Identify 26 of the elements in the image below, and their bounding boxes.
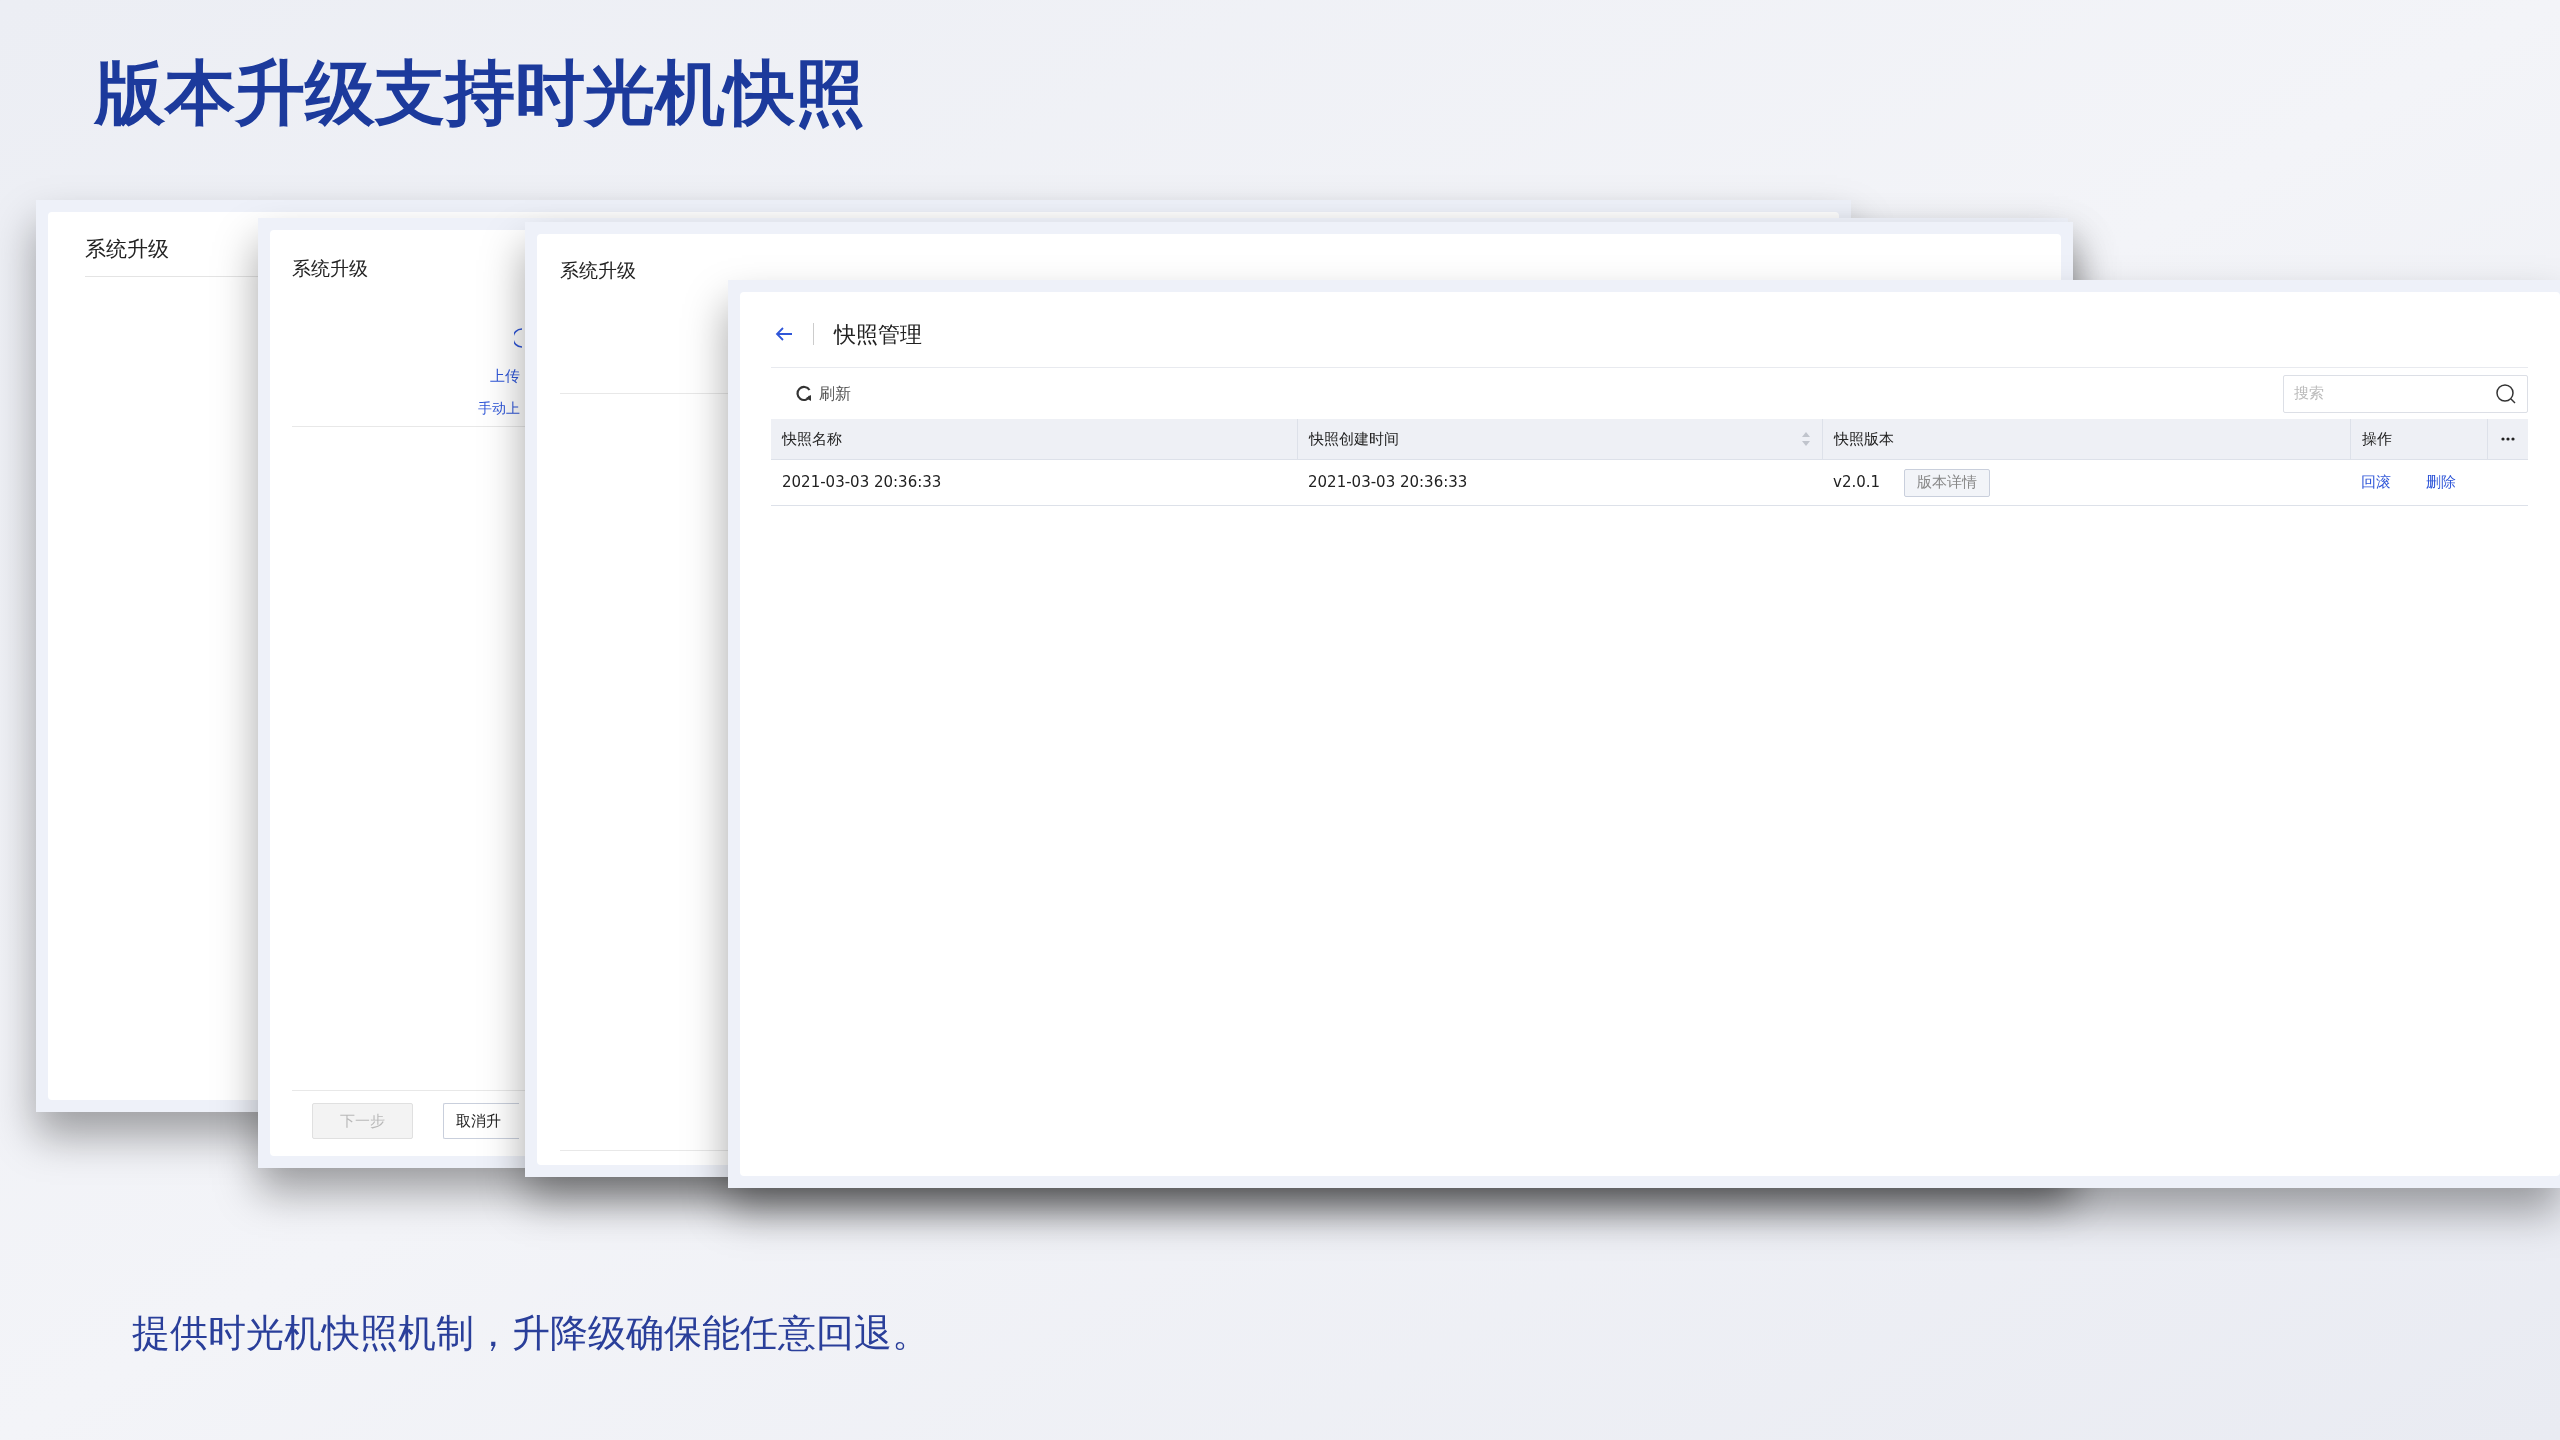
table-cell-text: 2021-03-03 20:36:33 bbox=[781, 472, 943, 494]
search-icon[interactable] bbox=[2495, 382, 2517, 405]
cancel-button[interactable]: 取消升 bbox=[443, 1103, 519, 1139]
window-title: 系统升级 bbox=[292, 256, 368, 281]
slide-caption: 提供时光机快照机制，升降级确保能任意回退。 bbox=[132, 1310, 930, 1357]
refresh-button[interactable]: 刷新 bbox=[795, 381, 851, 406]
details-button[interactable]: 版本详情 bbox=[1904, 468, 1991, 497]
search-field[interactable]: 搜索 bbox=[2283, 374, 2528, 413]
rollback-link[interactable]: 回滚 bbox=[2361, 471, 2391, 494]
page-title: 快照管理 bbox=[834, 320, 922, 349]
search-input[interactable]: 搜索 bbox=[2294, 382, 2495, 405]
window-title: 系统升级 bbox=[85, 237, 169, 261]
upload-link[interactable]: 手动上 bbox=[478, 397, 520, 419]
upload-link[interactable]: 上传 bbox=[490, 365, 520, 388]
column-header: 快照版本 bbox=[1822, 419, 2350, 459]
column-header: 快照创建时间 bbox=[1297, 419, 1822, 459]
table-cell-text: v2.0.1 bbox=[1833, 472, 1881, 494]
column-header: 操作 bbox=[2350, 419, 2487, 459]
more-icon[interactable] bbox=[2501, 437, 2515, 441]
window-title: 系统升级 bbox=[560, 258, 636, 283]
delete-link[interactable]: 删除 bbox=[2426, 471, 2456, 494]
table-cell-text: 2021-03-03 20:36:33 bbox=[1307, 472, 1469, 494]
slide-title: 版本升级支持时光机快照 bbox=[95, 58, 865, 128]
back-arrow-icon[interactable] bbox=[775, 326, 793, 342]
column-header: 快照名称 bbox=[780, 428, 843, 450]
refresh-icon bbox=[795, 384, 813, 403]
